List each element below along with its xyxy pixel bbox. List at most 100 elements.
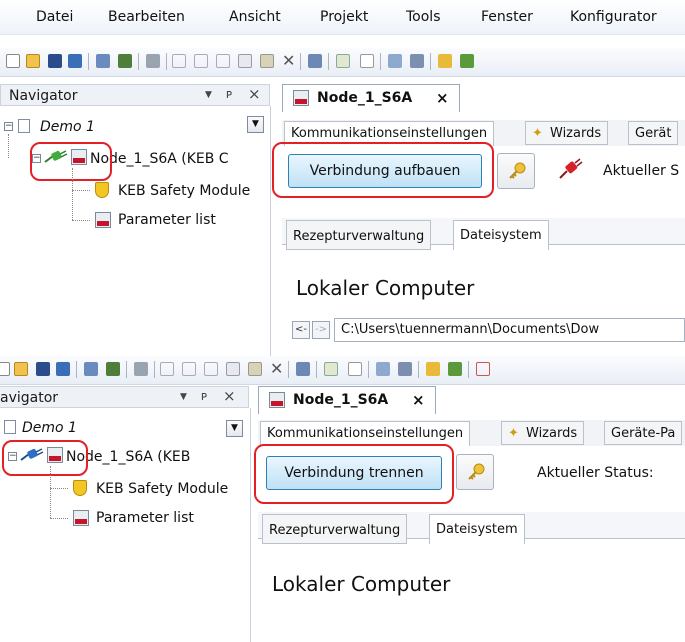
navigator-dropdown-button[interactable]: ▼ [226,420,243,437]
print-icon[interactable] [134,362,148,376]
tab-rezeptur[interactable]: Rezepturverwaltung [262,514,408,544]
redo-icon[interactable] [194,54,208,68]
save-all-icon[interactable] [56,362,70,376]
transfer-icon[interactable] [460,54,474,68]
navigator-menu-icon[interactable]: ▼ [205,90,212,100]
navigator-dropdown-button[interactable]: ▼ [247,116,264,133]
tab-geraete-parameter[interactable]: Geräte-Pa [604,421,683,445]
menu-bearbeiten[interactable]: Bearbeiten [108,9,185,25]
tab-wizards[interactable]: ✦ Wizards [501,421,585,445]
save-icon[interactable] [36,362,50,376]
save-all-icon[interactable] [68,54,82,68]
keb-device-icon[interactable] [376,362,390,376]
toolbar-separator [300,53,301,70]
toolbar-separator [166,53,167,70]
menu-projekt[interactable]: Projekt [320,9,368,25]
navigator-header: Navigator ▼ ᴘ × [0,84,270,106]
menu-datei[interactable]: Datei [36,9,73,25]
login-button[interactable] [497,153,535,189]
navigator-tree: Demo 1 ▼ − Node_1_S6A (KEB KEB Safety Mo… [0,408,251,642]
menu-ansicht[interactable]: Ansicht [229,9,281,25]
open-folder-icon[interactable] [14,362,28,376]
keb-device-icon[interactable] [388,54,402,68]
paste-icon[interactable] [260,54,274,68]
toolbar-separator [368,361,369,378]
key-icon[interactable] [426,362,440,376]
toolbar-separator [316,361,317,378]
sub-tabstrip: Rezepturverwaltung Dateisystem [282,218,685,250]
print-icon[interactable] [146,54,160,68]
collapse-icon[interactable]: − [4,122,13,131]
pin-icon[interactable]: ᴘ [201,389,207,403]
project-icon[interactable] [118,54,132,68]
tab-node[interactable]: Node_1_S6A × [258,386,436,414]
tab-dateisystem[interactable]: Dateisystem [453,220,549,250]
chart-icon[interactable] [476,362,490,376]
tab-wizards-label: Wizards [526,426,578,441]
close-icon[interactable]: × [248,85,261,103]
tree-item-demo[interactable]: Demo 1 [22,420,77,436]
login-button[interactable] [456,454,494,490]
cut-icon[interactable] [204,362,218,376]
menu-konfigurator[interactable]: Konfigurator [570,9,657,25]
safety-module-icon [95,182,109,198]
back-button[interactable]: <- [292,321,310,339]
copy-icon[interactable] [238,54,252,68]
tab-rezeptur[interactable]: Rezepturverwaltung [286,220,432,250]
insert-icon[interactable] [348,362,362,376]
device-list-icon[interactable] [84,362,98,376]
sub-tabstrip: Rezepturverwaltung Dateisystem [258,512,685,544]
tree-item-parameter-list[interactable]: Parameter list [96,510,194,526]
toolbar-separator [138,53,139,70]
tab-kommunikation[interactable]: Kommunikationseinstellungen [260,421,471,446]
menu-tools[interactable]: Tools [406,9,441,25]
project-icon[interactable] [106,362,120,376]
toolbar-separator [430,53,431,70]
tree-item-parameter-list[interactable]: Parameter list [118,212,216,228]
tree-item-safety[interactable]: KEB Safety Module [118,183,250,199]
toolbar-separator [126,361,127,378]
menu-fenster[interactable]: Fenster [481,9,533,25]
properties-icon[interactable] [296,362,310,376]
keb-device-icon [269,392,285,408]
tree-item-safety[interactable]: KEB Safety Module [96,481,228,497]
tree-item-demo[interactable]: Demo 1 [40,119,95,135]
undo-icon[interactable] [172,54,186,68]
tab-geraet[interactable]: Gerät [628,121,679,145]
add-device-icon[interactable] [324,362,338,376]
disconnect-button-highlight [254,444,454,504]
pin-icon[interactable]: ᴘ [226,87,232,101]
status-label: Aktueller Status: [537,465,654,481]
delete-icon[interactable]: ✕ [270,359,283,378]
undo-icon[interactable] [160,362,174,376]
cut-icon[interactable] [216,54,230,68]
new-file-icon[interactable] [0,362,10,376]
open-folder-icon[interactable] [26,54,40,68]
tab-close-icon[interactable]: × [412,391,425,409]
properties-icon[interactable] [308,54,322,68]
navigator-menu-icon[interactable]: ▼ [180,392,187,402]
tab-close-icon[interactable]: × [436,89,449,107]
device-list-icon[interactable] [96,54,110,68]
section-title: Lokaler Computer [272,572,451,596]
insert-icon[interactable] [360,54,374,68]
save-icon[interactable] [48,54,62,68]
tab-node[interactable]: Node_1_S6A × [282,84,460,112]
transfer-icon[interactable] [448,362,462,376]
close-icon[interactable]: × [223,387,236,405]
keb-parameter-icon[interactable] [410,54,424,68]
copy-icon[interactable] [226,362,240,376]
tab-dateisystem[interactable]: Dateisystem [429,514,525,544]
path-field[interactable]: C:\Users\tuennermann\Documents\Dow [334,318,685,342]
keb-parameter-icon[interactable] [398,362,412,376]
new-file-icon[interactable] [6,54,20,68]
key-icon[interactable] [438,54,452,68]
red-plug-icon [559,158,583,179]
tab-wizards[interactable]: ✦ Wizards [525,121,609,145]
paste-icon[interactable] [248,362,262,376]
toolbar-separator [88,53,89,70]
forward-button[interactable]: -> [312,321,330,339]
redo-icon[interactable] [182,362,196,376]
delete-icon[interactable]: ✕ [282,51,295,70]
add-device-icon[interactable] [336,54,350,68]
